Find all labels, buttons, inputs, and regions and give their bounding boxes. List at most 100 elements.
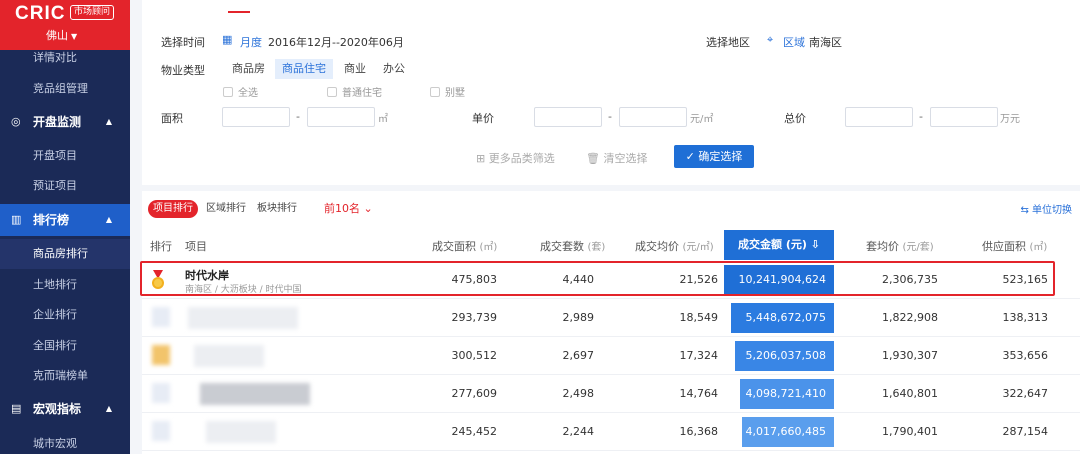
cell-area: 245,452: [451, 425, 498, 438]
sidebar-item-competitor-group[interactable]: 竞品组管理: [0, 74, 130, 104]
col-header-label: 供应面积: [982, 240, 1026, 253]
sidebar-item-company-ranking[interactable]: 企业排行: [0, 300, 130, 330]
cell-avg-price: 14,764: [679, 387, 719, 400]
sidebar-item-label: 全国排行: [33, 339, 77, 352]
range-dash: -: [296, 110, 300, 123]
sidebar-item-housing-ranking[interactable]: 商品房排行: [0, 239, 130, 269]
sidebar-group-label: 排行榜: [33, 213, 70, 227]
property-chip-business[interactable]: 商业: [337, 59, 373, 79]
top-n-select[interactable]: 前10名 ⌄: [324, 200, 373, 216]
sidebar-group-label: 宏观指标: [33, 402, 82, 416]
table-row[interactable]: 277,609 2,498 14,764 1,640,801 322,647 4,098,…: [142, 375, 1080, 413]
col-header-amount[interactable]: 成交金额 (元) ⇩: [724, 230, 834, 260]
chevron-up-icon: ▲: [105, 404, 112, 413]
area-label: 面积: [161, 112, 183, 125]
city-label: 佛山: [46, 29, 68, 42]
filter-panel: 选择时间 ▦ 月度 2016年12月--2020年06月 选择地区 ⌖ 区域 南…: [142, 0, 1080, 185]
top-n-label: 前10名: [324, 202, 360, 215]
sidebar-item-opening-projects[interactable]: 开盘项目: [0, 141, 130, 171]
sidebar-item-label: 城市宏观: [33, 437, 77, 450]
check-circle-icon: ✓: [685, 150, 699, 163]
swap-icon: ⇆: [1020, 205, 1032, 216]
property-chip-commercial-housing[interactable]: 商品房: [225, 59, 272, 79]
tab-plate-ranking[interactable]: 板块排行: [252, 200, 302, 218]
col-header-avg-price[interactable]: 成交均价 (元/㎡): [635, 238, 714, 254]
clear-filter-link[interactable]: 🗑 清空选择: [586, 150, 647, 166]
total-price-min-input[interactable]: [845, 107, 913, 127]
chart-icon: ▤: [11, 402, 22, 415]
cell-unit-avg: 1,790,401: [882, 425, 938, 438]
range-dash: -: [608, 110, 612, 123]
calendar-icon[interactable]: ▦: [222, 33, 232, 46]
sidebar-item-detail-compare[interactable]: 详情对比: [0, 43, 130, 73]
col-header-unit-avg[interactable]: 套均价 (元/套): [866, 238, 934, 254]
unit-switch-label: 单位切换: [1032, 205, 1072, 216]
sidebar-item-cric-list[interactable]: 克而瑞榜单: [0, 361, 130, 391]
active-tab-indicator: [228, 11, 250, 13]
redacted-project-name: [194, 345, 264, 367]
more-filter-link[interactable]: ⊞ 更多品类筛选: [476, 150, 555, 166]
sidebar-group-macro[interactable]: ▤ 宏观指标 ▲: [0, 393, 130, 425]
checkbox-villa[interactable]: 别墅: [430, 84, 465, 99]
col-header-units[interactable]: 成交套数 (套): [540, 238, 605, 254]
sidebar-item-presale-projects[interactable]: 预证项目: [0, 171, 130, 201]
property-chip-office[interactable]: 办公: [376, 59, 412, 79]
cell-amount-bar: 5,448,672,075: [731, 303, 834, 333]
unit-price-min-input[interactable]: [534, 107, 602, 127]
confirm-label: 确定选择: [698, 150, 743, 163]
col-header-label: 成交均价: [635, 240, 679, 253]
sidebar-item-label: 竞品组管理: [33, 82, 88, 95]
total-price-max-input[interactable]: [930, 107, 998, 127]
city-selector[interactable]: 佛山 ▼: [46, 27, 77, 43]
sidebar-item-city-macro[interactable]: 城市宏观: [0, 429, 130, 454]
sidebar-item-label: 土地排行: [33, 278, 77, 291]
cell-amount-bar: 5,206,037,508: [735, 341, 834, 371]
time-mode-select[interactable]: 月度: [240, 34, 262, 50]
chevron-up-icon: ▲: [105, 117, 112, 126]
col-header-label: 成交面积: [432, 240, 476, 253]
table-row[interactable]: 293,739 2,989 18,549 1,822,908 138,313 5,448,…: [142, 299, 1080, 337]
property-chip-residential[interactable]: 商品住宅: [275, 59, 333, 79]
time-range-value[interactable]: 2016年12月--2020年06月: [268, 34, 404, 50]
unit-price-max-input[interactable]: [619, 107, 687, 127]
tab-project-ranking[interactable]: 项目排行: [148, 200, 198, 218]
tab-region-ranking[interactable]: 区域排行: [201, 200, 251, 218]
cell-units: 2,244: [562, 425, 595, 438]
redacted-rank-badge: [152, 345, 170, 365]
confirm-button[interactable]: ✓ 确定选择: [674, 145, 754, 168]
sidebar-group-ranking[interactable]: ▥ 排行榜 ▲: [0, 204, 130, 236]
region-label: 选择地区: [706, 36, 750, 49]
property-type-label: 物业类型: [161, 64, 205, 77]
area-min-input[interactable]: [222, 107, 290, 127]
grid-icon: ⊞: [476, 152, 489, 165]
table-row[interactable]: 245,452 2,244 16,368 1,790,401 287,154 4,017,…: [142, 413, 1080, 451]
col-header-project: 项目: [185, 240, 207, 253]
region-mode-select[interactable]: 区域: [783, 34, 805, 50]
cell-area: 277,609: [451, 387, 498, 400]
cell-area: 293,739: [451, 311, 498, 324]
cric-logo[interactable]: CRIC: [15, 3, 65, 25]
sidebar-item-national-ranking[interactable]: 全国排行: [0, 331, 130, 361]
trash-icon: 🗑: [586, 152, 604, 165]
col-header-area[interactable]: 成交面积 (㎡): [432, 238, 497, 254]
sidebar-item-land-ranking[interactable]: 土地排行: [0, 270, 130, 300]
unit-switch-button[interactable]: ⇆ 单位切换: [1020, 201, 1072, 216]
region-value[interactable]: 南海区: [809, 34, 842, 50]
checkbox-select-all[interactable]: 全选: [223, 84, 258, 99]
col-header-supply[interactable]: 供应面积 (㎡): [982, 238, 1047, 254]
location-pin-icon[interactable]: ⌖: [767, 33, 773, 47]
table-row[interactable]: 300,512 2,697 17,324 1,930,307 353,656 5,206,…: [142, 337, 1080, 375]
radar-icon: ◎: [11, 115, 21, 128]
sidebar-group-opening-monitor[interactable]: ◎ 开盘监测 ▲: [0, 106, 130, 138]
col-header-label: 成交金额 (元): [738, 238, 807, 251]
checkbox-regular-residence[interactable]: 普通住宅: [327, 84, 382, 99]
sidebar-item-label: 企业排行: [33, 308, 77, 321]
col-header-unit: (元/㎡): [682, 242, 714, 253]
area-max-input[interactable]: [307, 107, 375, 127]
highlight-frame: [140, 261, 1055, 296]
sidebar-item-label: 克而瑞榜单: [33, 369, 88, 382]
area-unit: ㎡: [378, 114, 388, 125]
clear-filter-label: 清空选择: [603, 152, 648, 165]
sidebar-item-label: 详情对比: [33, 51, 77, 64]
time-label: 选择时间: [161, 36, 205, 49]
